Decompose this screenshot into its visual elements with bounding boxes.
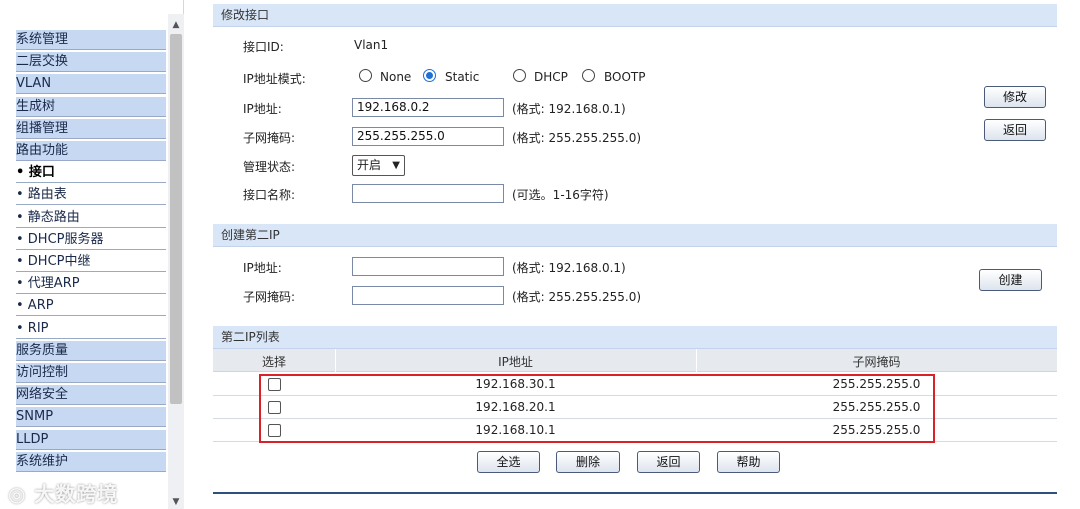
mode-bootp-label: BOOTP [604,70,646,84]
sidebar-item[interactable]: 网络安全 [16,385,166,406]
interface-name-input[interactable] [352,184,504,203]
sidebar-item[interactable]: 二层交换 [16,52,166,73]
chevron-down-icon: ▼ [392,160,400,171]
second-mask-hint: (格式: 255.255.255.0) [512,290,642,304]
watermark-logo-icon: ◎ [8,482,35,506]
sidebar-item[interactable]: 路由功能 [16,141,166,161]
sidebar-scrollbar-thumb[interactable] [170,34,182,404]
sidebar-item[interactable]: 访问控制 [16,363,166,383]
create-button[interactable]: 创建 [979,269,1042,291]
column-header-ip: IP地址 [498,355,533,369]
interface-id-value: Vlan1 [354,38,389,52]
ip-address-hint: (格式: 192.168.0.1) [512,102,626,116]
sidebar-item[interactable]: VLAN [16,74,166,95]
sidebar-item[interactable]: SNMP [16,407,166,428]
mode-none-label: None [380,70,412,84]
admin-status-label: 管理状态: [243,160,296,174]
highlight-box [259,374,935,443]
second-ip-label: IP地址: [243,261,282,275]
ip-address-label: IP地址: [243,102,282,116]
scroll-down-icon[interactable]: ▼ [171,497,181,507]
subnet-mask-hint: (格式: 255.255.255.0) [512,131,642,145]
admin-status-select[interactable]: 开启 ▼ [352,155,405,176]
sidebar-item[interactable]: • RIP [16,319,166,339]
admin-status-value: 开启 [357,158,382,172]
ip-mode-label: IP地址模式: [243,72,306,86]
footer-divider [213,492,1057,494]
second-ip-hint: (格式: 192.168.0.1) [512,261,626,275]
mode-bootp-radio[interactable] [582,69,595,82]
ip-address-input[interactable]: 192.168.0.2 [352,98,504,117]
sidebar-item[interactable]: 系统管理 [16,30,166,50]
subnet-mask-label: 子网掩码: [243,131,296,145]
delete-button[interactable]: 删除 [556,451,620,473]
column-header-select: 选择 [261,355,286,369]
mode-static-radio[interactable] [423,69,436,82]
back-button[interactable]: 返回 [984,119,1046,141]
subnet-mask-input[interactable]: 255.255.255.0 [352,127,504,146]
help-button[interactable]: 帮助 [717,451,780,473]
sidebar-item[interactable]: 生成树 [16,96,166,117]
sidebar-item[interactable]: 组播管理 [16,118,166,139]
table-header: 选择 IP地址 子网掩码 [213,349,1057,372]
modify-button[interactable]: 修改 [984,86,1046,108]
sidebar: 系统管理 二层交换 VLAN 生成树 组播管理 路由功能 • 接口 • 路由表 • 静态路由 • … [0,0,184,509]
sidebar-item[interactable]: LLDP [16,429,166,450]
sidebar-item[interactable]: • ARP [16,296,166,317]
mode-static-label: Static [445,70,480,84]
create-section-title: 创建第二IP [213,224,1057,247]
watermark: ◎ 大数跨境 [8,482,119,506]
interface-name-label: 接口名称: [243,188,296,202]
second-ip-input[interactable] [352,257,504,276]
sidebar-item[interactable]: • 代理ARP [16,274,166,295]
second-mask-label: 子网掩码: [243,290,296,304]
sidebar-item[interactable]: • 静态路由 [16,208,166,228]
sidebar-item[interactable]: 系统维护 [16,451,166,472]
mode-none-radio[interactable] [359,69,372,82]
sidebar-item[interactable]: • DHCP中继 [16,252,166,272]
sidebar-item[interactable]: • 接口 [16,163,166,184]
modify-section-title: 修改接口 [213,4,1057,27]
column-header-mask: 子网掩码 [852,355,901,369]
sidebar-item[interactable]: 服务质量 [16,340,166,361]
sidebar-item[interactable]: • DHCP服务器 [16,230,166,250]
sidebar-item[interactable]: • 路由表 [16,185,166,206]
list-section-title: 第二IP列表 [213,326,1057,349]
interface-name-hint: (可选。1-16字符) [512,188,609,202]
mode-dhcp-radio[interactable] [513,69,526,82]
select-all-button[interactable]: 全选 [477,451,540,473]
sidebar-menu: 系统管理 二层交换 VLAN 生成树 组播管理 路由功能 • 接口 • 路由表 • 静态路由 • … [0,0,166,509]
list-back-button[interactable]: 返回 [637,451,700,473]
scroll-up-icon[interactable]: ▲ [171,20,181,30]
second-mask-input[interactable] [352,286,504,305]
interface-id-label: 接口ID: [243,40,284,54]
mode-dhcp-label: DHCP [534,70,568,84]
